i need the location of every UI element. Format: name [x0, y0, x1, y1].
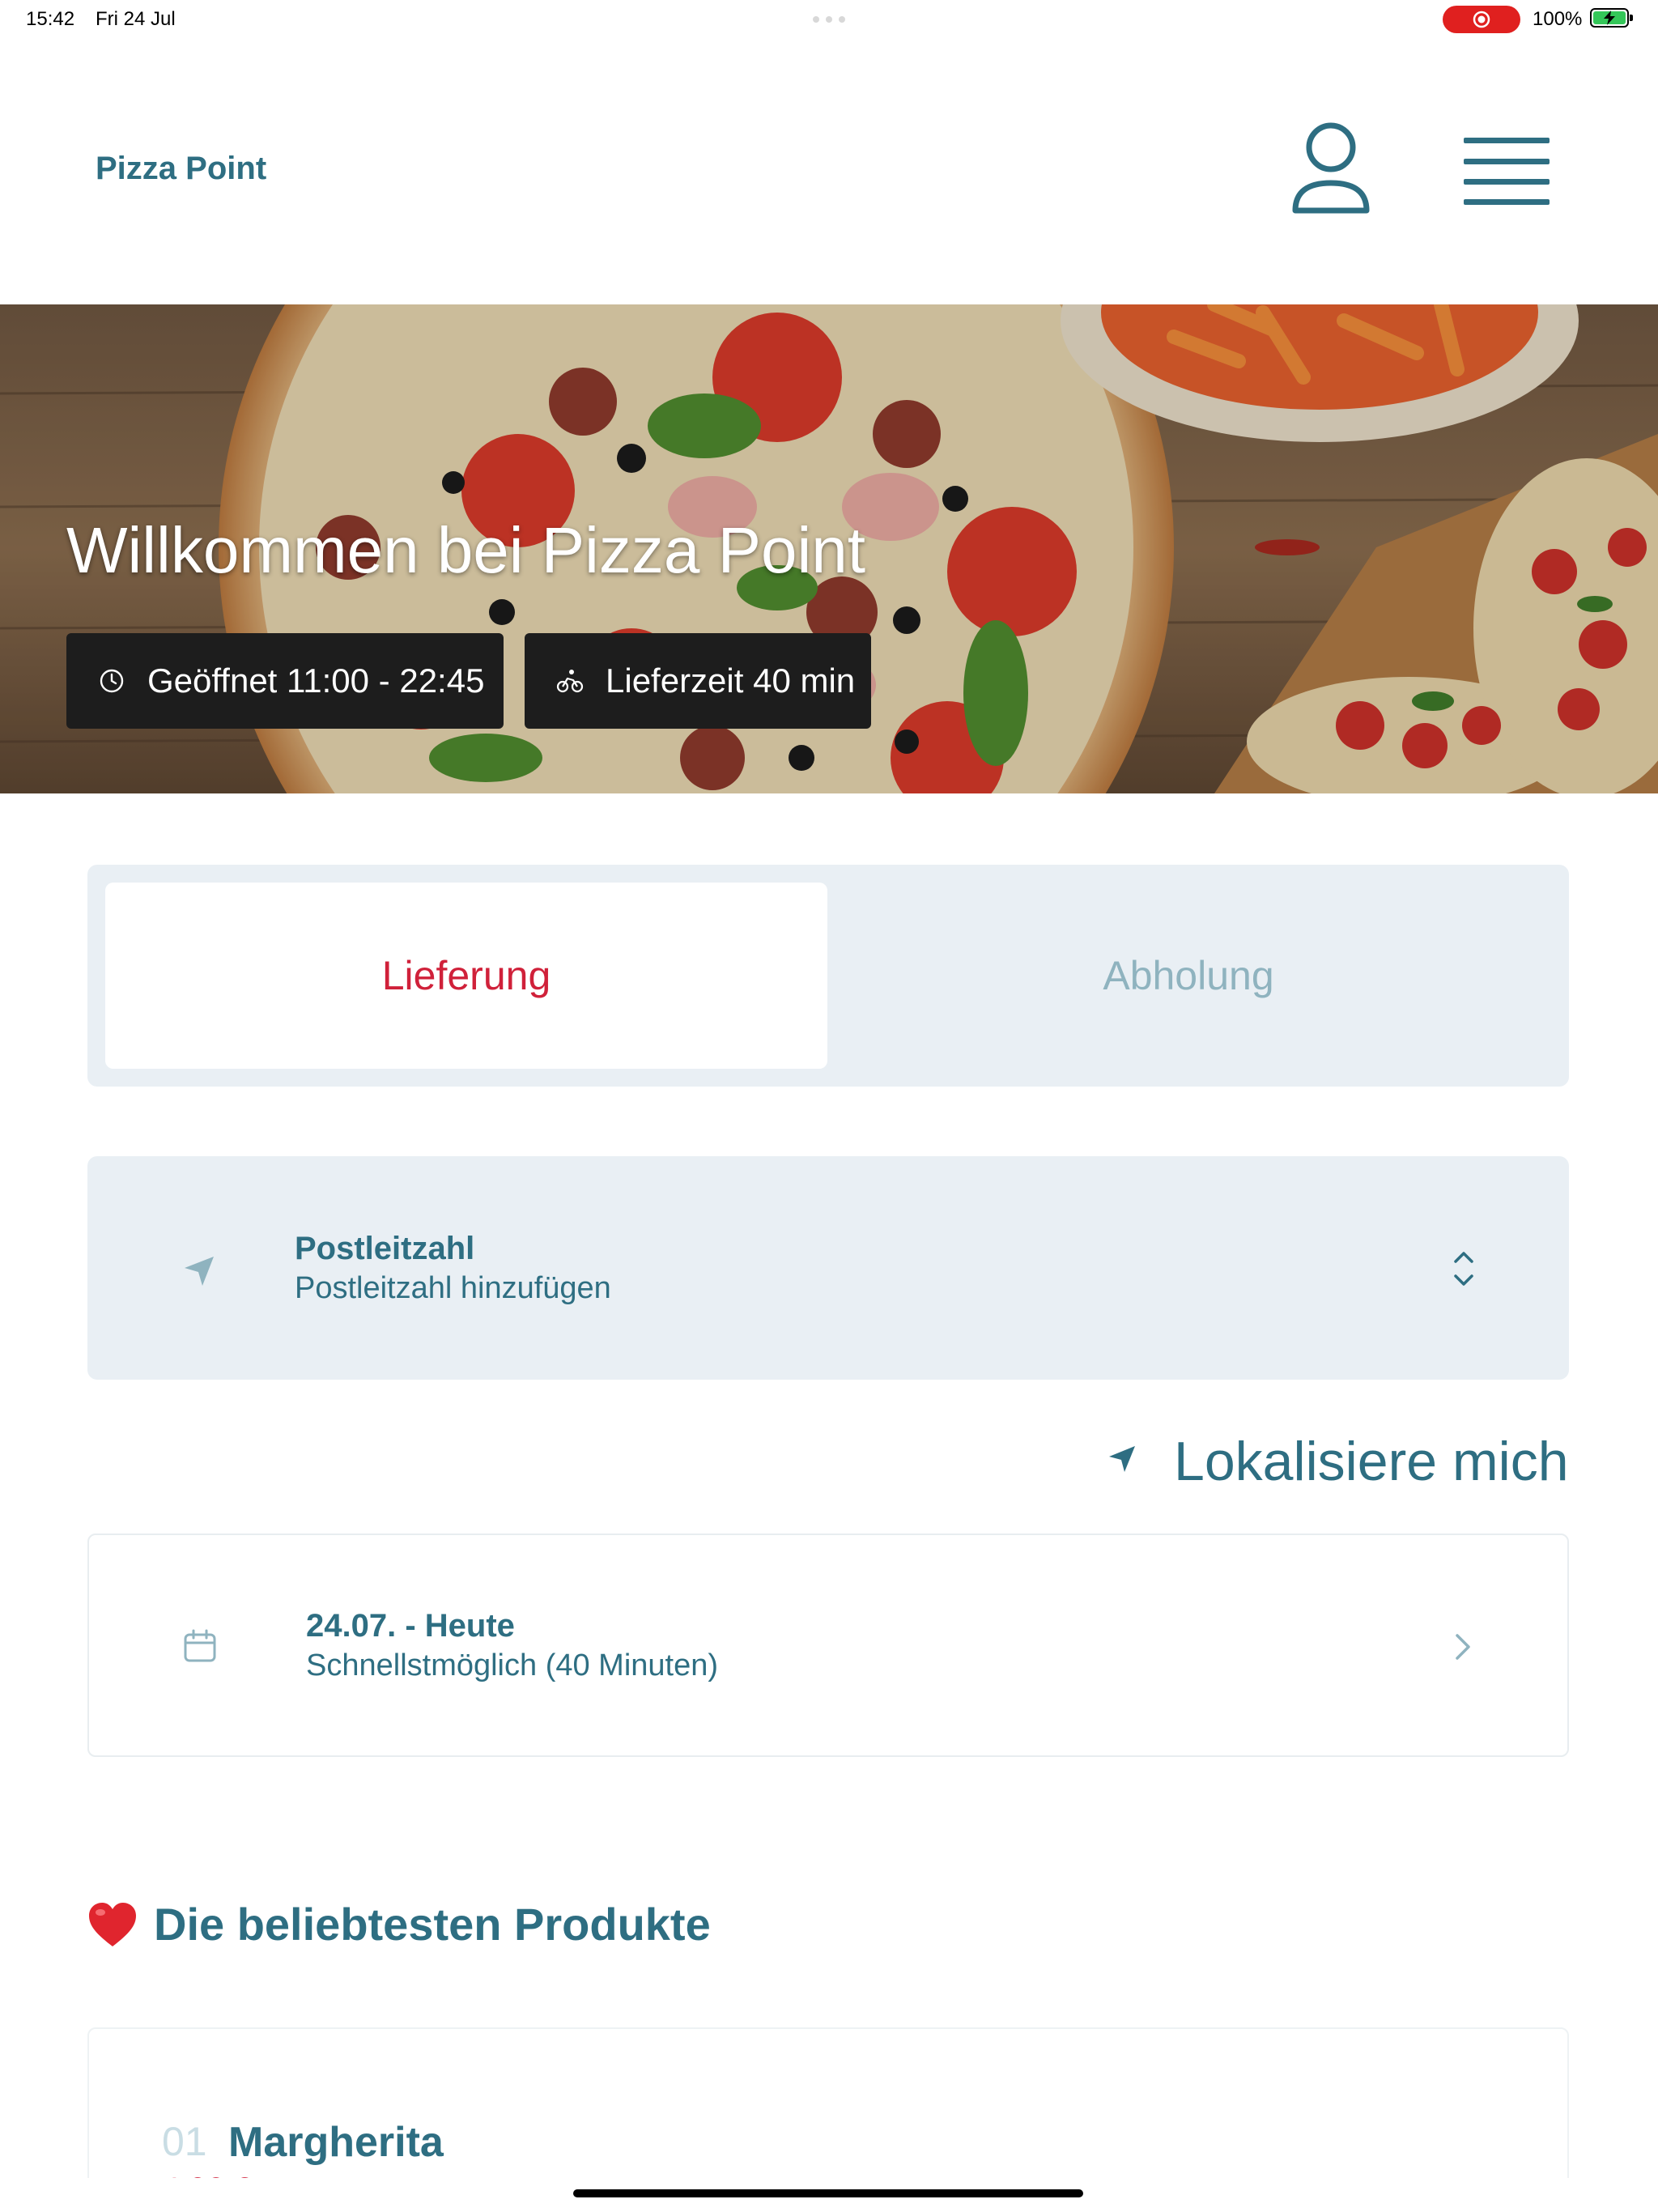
record-icon	[1473, 11, 1490, 28]
bicycle-icon	[556, 670, 584, 693]
tab-pickup[interactable]: Abholung	[827, 883, 1550, 1069]
postcode-placeholder: Postleitzahl hinzufügen	[295, 1271, 611, 1305]
status-time: 15:42	[26, 8, 75, 30]
clock-icon	[100, 669, 124, 693]
multitasking-dots-icon[interactable]	[813, 16, 845, 23]
popular-products-heading: Die beliebtesten Produkte	[87, 1898, 711, 1950]
calendar-icon	[184, 1629, 216, 1662]
locate-me-label: Lokalisiere mich	[1174, 1431, 1569, 1492]
delivery-date-selector[interactable]: 24.07. - Heute Schnellstmöglich (40 Minu…	[87, 1534, 1569, 1757]
opening-hours-text: Geöffnet 11:00 - 22:45	[147, 661, 485, 700]
postcode-label: Postleitzahl	[295, 1231, 475, 1266]
heart-icon	[89, 1902, 136, 1946]
chevron-up-down-icon	[1454, 1252, 1473, 1286]
delivery-time-text: Lieferzeit 40 min	[606, 661, 856, 700]
hero-title: Willkommen bei Pizza Point	[66, 514, 865, 586]
chevron-right-icon	[1456, 1634, 1470, 1660]
locate-me-button[interactable]: Lokalisiere mich	[1106, 1425, 1569, 1493]
date-value: Schnellstmöglich (40 Minuten)	[306, 1648, 719, 1682]
battery-percent: 100%	[1533, 8, 1583, 30]
postcode-selector[interactable]: Postleitzahl Postleitzahl hinzufügen	[87, 1156, 1569, 1380]
hamburger-menu-icon[interactable]	[1464, 136, 1550, 206]
status-bar: 15:42 Fri 24 Jul 100%	[0, 0, 1658, 39]
battery-icon	[1590, 8, 1633, 28]
hero-banner: Willkommen bei Pizza Point Geöffnet 11:0…	[0, 304, 1658, 793]
navigation-arrow-icon	[185, 1257, 214, 1286]
tab-delivery[interactable]: Lieferung	[105, 883, 827, 1069]
delivery-time-chip: Lieferzeit 40 min	[525, 633, 871, 729]
opening-hours-chip: Geöffnet 11:00 - 22:45	[66, 633, 504, 729]
app-header: Pizza Point	[0, 39, 1658, 304]
brand-logo[interactable]: Pizza Point	[96, 151, 266, 187]
product-name: Margherita	[228, 2119, 444, 2166]
date-label: 24.07. - Heute	[306, 1608, 515, 1644]
status-date: Fri 24 Jul	[96, 8, 176, 30]
delivery-mode-toggle: Lieferung Abholung	[87, 865, 1569, 1087]
location-arrow-icon	[1109, 1446, 1135, 1472]
product-rank: 01	[162, 2119, 207, 2164]
home-indicator[interactable]	[573, 2189, 1083, 2197]
screen-recording-indicator[interactable]	[1443, 6, 1520, 33]
user-icon[interactable]	[1290, 121, 1371, 219]
popular-products-title: Die beliebtesten Produkte	[154, 1899, 711, 1950]
